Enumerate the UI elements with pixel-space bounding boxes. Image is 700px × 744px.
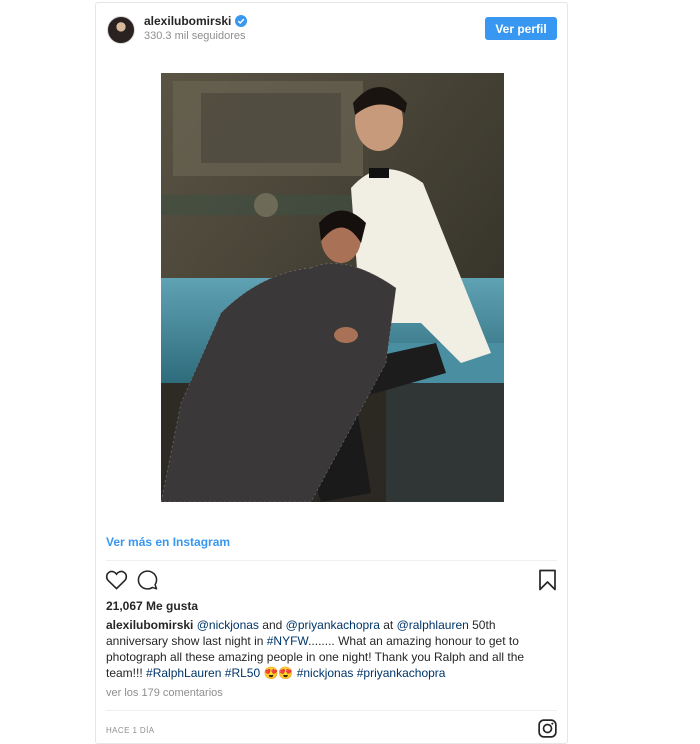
hashtag-link[interactable]: #RalphLauren bbox=[146, 666, 221, 680]
heart-icon[interactable] bbox=[105, 569, 128, 590]
caption: alexilubomirski @nickjonas and @priyanka… bbox=[106, 617, 556, 681]
verified-badge-icon bbox=[235, 15, 247, 27]
mention-link[interactable]: @nickjonas bbox=[197, 618, 259, 632]
hashtag-link[interactable]: #RL50 bbox=[225, 666, 260, 680]
hashtag-link[interactable]: #priyankachopra bbox=[357, 666, 446, 680]
post-header: alexilubomirski 330.3 mil seguidores Ver… bbox=[96, 3, 567, 53]
follower-count: 330.3 mil seguidores bbox=[144, 30, 246, 42]
timestamp: HACE 1 DÍA bbox=[106, 726, 155, 735]
view-more-link[interactable]: Ver más en Instagram bbox=[106, 535, 230, 549]
instagram-embed-card: alexilubomirski 330.3 mil seguidores Ver… bbox=[95, 2, 568, 744]
bookmark-icon[interactable] bbox=[538, 569, 557, 591]
hashtag-link[interactable]: #NYFW bbox=[267, 634, 308, 648]
view-comments-link[interactable]: ver los 179 comentarios bbox=[106, 687, 223, 699]
divider bbox=[106, 560, 557, 561]
caption-text: and bbox=[258, 618, 286, 632]
post-photo-image bbox=[161, 73, 504, 502]
caption-username[interactable]: alexilubomirski bbox=[106, 618, 193, 632]
like-count[interactable]: 21,067 Me gusta bbox=[106, 599, 198, 613]
hashtag-link[interactable]: #nickjonas bbox=[297, 666, 354, 680]
mention-link[interactable]: @priyankachopra bbox=[286, 618, 380, 632]
view-profile-button[interactable]: Ver perfil bbox=[485, 17, 557, 40]
mention-link[interactable]: @ralphlauren bbox=[397, 618, 469, 632]
caption-text: at bbox=[379, 618, 397, 632]
divider bbox=[106, 710, 557, 711]
avatar[interactable] bbox=[107, 16, 135, 44]
post-photo[interactable] bbox=[161, 73, 504, 502]
caption-text: 😍😍 bbox=[260, 666, 297, 680]
comment-icon[interactable] bbox=[136, 569, 159, 591]
username[interactable]: alexilubomirski bbox=[144, 14, 231, 28]
instagram-icon[interactable] bbox=[538, 719, 557, 738]
